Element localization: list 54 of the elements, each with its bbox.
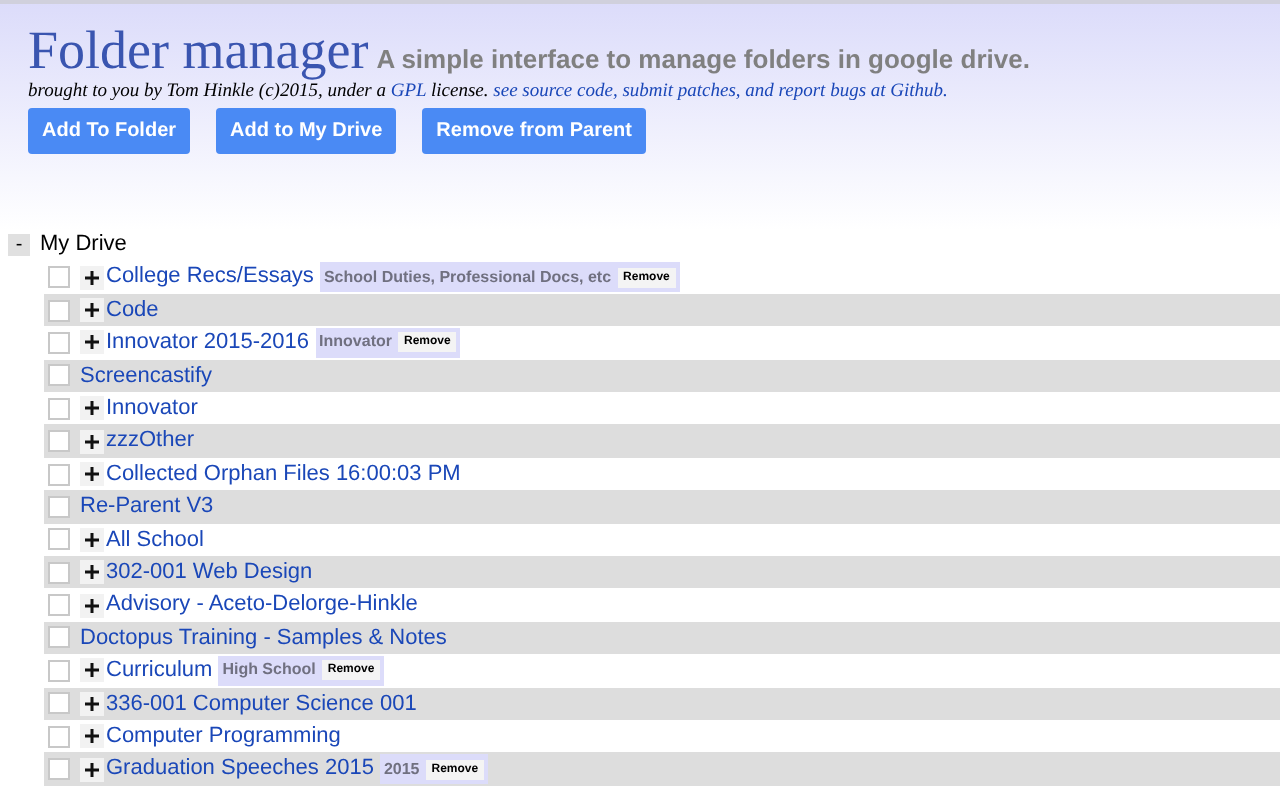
folder-checkbox[interactable] xyxy=(48,561,70,584)
folder-checkbox[interactable] xyxy=(48,331,70,354)
folder-link[interactable]: 302-001 Web Design xyxy=(106,555,313,589)
gpl-link[interactable]: GPL xyxy=(390,81,427,101)
folder-link[interactable]: College Recs/Essays xyxy=(106,260,314,294)
folder-checkbox[interactable] xyxy=(48,430,70,453)
folder-checkbox[interactable] xyxy=(48,397,70,420)
parent-tag: Innovator xyxy=(319,330,392,355)
folder-checkbox[interactable] xyxy=(48,758,70,781)
expand-icon[interactable] xyxy=(80,593,104,618)
folder-checkbox[interactable] xyxy=(48,594,70,617)
folder-link[interactable]: zzzOther xyxy=(106,424,195,458)
folder-checkbox[interactable] xyxy=(48,659,70,682)
expand-icon[interactable] xyxy=(80,724,104,749)
folder-checkbox[interactable] xyxy=(48,626,70,649)
folder-link[interactable]: Innovator xyxy=(106,392,198,426)
expand-icon[interactable] xyxy=(80,396,104,421)
folder-link[interactable]: Graduation Speeches 2015 xyxy=(106,752,374,786)
folder-link[interactable]: Advisory - Aceto-Delorge-Hinkle xyxy=(106,588,418,622)
folder-checkbox[interactable] xyxy=(48,266,70,289)
expand-icon[interactable] xyxy=(80,757,104,782)
app-subtitle: A simple interface to manage folders in google drive. xyxy=(376,42,1030,78)
collapse-button[interactable]: - xyxy=(8,234,30,256)
expand-icon[interactable] xyxy=(80,330,104,355)
expand-icon[interactable] xyxy=(80,560,104,585)
folder-link[interactable]: Screencastify xyxy=(80,359,213,393)
parent-tag: High School xyxy=(222,658,316,683)
folder-checkbox[interactable] xyxy=(48,299,70,322)
folder-link[interactable]: Computer Programming xyxy=(106,719,341,753)
folder-checkbox[interactable] xyxy=(48,725,70,748)
folder-checkbox[interactable] xyxy=(48,364,70,387)
expand-icon[interactable] xyxy=(80,691,104,716)
folder-link[interactable]: Collected Orphan Files 16:00:03 PM xyxy=(106,457,461,491)
expand-icon[interactable] xyxy=(80,429,104,454)
credits-text: brought to you by Tom Hinkle (c)2015, under a GPL license. see source code, submit patches, and report bugs at Github. xyxy=(28,80,950,103)
expand-icon[interactable] xyxy=(80,265,104,290)
tree-root-label: My Drive xyxy=(40,230,127,261)
folder-link[interactable]: All School xyxy=(106,523,204,557)
folder-checkbox[interactable] xyxy=(48,692,70,715)
folder-link[interactable]: Code xyxy=(106,293,159,327)
expand-icon[interactable] xyxy=(80,298,104,323)
app-title: Folder manager xyxy=(28,24,369,76)
folder-link[interactable]: Curriculum xyxy=(106,654,213,688)
folder-checkbox[interactable] xyxy=(48,463,70,486)
expand-icon[interactable] xyxy=(80,658,104,683)
expand-icon[interactable] xyxy=(80,527,104,552)
github-link[interactable]: see source code, submit patches, and report bugs at Github. xyxy=(493,81,948,101)
expand-icon[interactable] xyxy=(80,462,104,487)
folder-checkbox[interactable] xyxy=(48,495,70,518)
parent-tag: 2015 xyxy=(383,757,420,782)
parent-tag: School Duties, Professional Docs, etc xyxy=(323,265,612,290)
folder-link[interactable]: Innovator 2015-2016 xyxy=(106,326,310,360)
folder-link[interactable]: Re-Parent V3 xyxy=(80,490,214,524)
folder-checkbox[interactable] xyxy=(48,528,70,551)
